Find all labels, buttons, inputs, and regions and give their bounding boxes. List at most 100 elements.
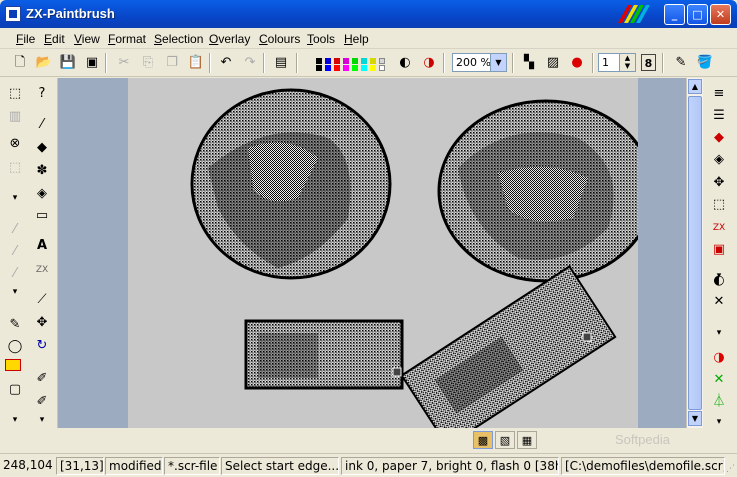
pattern-fill-icon[interactable]: ◆ bbox=[709, 128, 729, 148]
spray-icon[interactable]: ✽ bbox=[32, 161, 52, 181]
palette-swatch[interactable] bbox=[370, 58, 376, 64]
paste-icon[interactable]: 📋 bbox=[185, 52, 207, 74]
screen-icon[interactable]: ▣ bbox=[709, 240, 729, 260]
brush-tool-2-icon[interactable]: ✐ bbox=[32, 392, 52, 412]
half-moon-icon[interactable]: ◐ bbox=[709, 271, 729, 291]
ellipse-icon[interactable]: ◯ bbox=[5, 337, 25, 357]
brush-max-label[interactable]: 8 bbox=[641, 54, 656, 71]
copy-icon[interactable]: ❐ bbox=[161, 52, 183, 74]
palette-swatch[interactable] bbox=[334, 58, 340, 64]
palette-swatch[interactable] bbox=[379, 58, 385, 64]
menu-view[interactable]: View bbox=[74, 32, 100, 46]
menu-format[interactable]: Format bbox=[108, 32, 146, 46]
menu-edit[interactable]: Edit bbox=[44, 32, 65, 46]
title-bar[interactable]: ZX-Paintbrush _ □ ✕ bbox=[0, 0, 737, 28]
bezier-tool-icon[interactable]: ⁄ bbox=[5, 264, 25, 284]
save-all-icon[interactable]: ▣ bbox=[81, 52, 103, 74]
fill-mode-icon[interactable]: 🪣 bbox=[694, 52, 716, 74]
pencil-mode-icon[interactable]: ✎ bbox=[670, 52, 692, 74]
rectangle-icon[interactable] bbox=[5, 359, 21, 371]
palette-swatch[interactable] bbox=[361, 58, 367, 64]
palette-swatch[interactable] bbox=[379, 65, 385, 71]
line-width-icon[interactable]: ≡ bbox=[709, 84, 729, 104]
paste-special-icon[interactable]: ⎘ bbox=[137, 52, 159, 74]
paper-mode-icon[interactable]: ◑ bbox=[418, 52, 440, 74]
magic-select-icon[interactable]: ⊗ bbox=[5, 134, 25, 154]
menu-colours[interactable]: Colours bbox=[259, 32, 300, 46]
attr-view-icon[interactable]: ▧ bbox=[495, 431, 515, 449]
checker-icon[interactable]: ▚ bbox=[518, 52, 540, 74]
resize-grip-icon[interactable]: ⋰ bbox=[726, 464, 736, 476]
close-button[interactable]: ✕ bbox=[710, 4, 731, 25]
zoom-select[interactable]: 200 % ▼ bbox=[452, 53, 507, 72]
minimize-button[interactable]: _ bbox=[664, 4, 685, 25]
scrollbar-thumb[interactable] bbox=[688, 96, 702, 410]
scroll-down-icon[interactable]: ▼ bbox=[688, 411, 702, 426]
app-icon[interactable] bbox=[5, 6, 21, 22]
help-pointer-icon[interactable]: ? bbox=[32, 84, 52, 104]
undo-icon[interactable]: ↶ bbox=[215, 52, 237, 74]
attributes-icon[interactable]: ▨ bbox=[542, 52, 564, 74]
spinner-arrows-icon[interactable]: ▲ ▼ bbox=[619, 54, 635, 71]
palette-swatch[interactable] bbox=[325, 65, 331, 71]
ink-mode-icon[interactable]: ◐ bbox=[394, 52, 416, 74]
palette-swatch[interactable] bbox=[352, 58, 358, 64]
chevron-down-icon[interactable]: ▾ bbox=[5, 410, 25, 430]
chevron-down-icon[interactable]: ▾ bbox=[32, 410, 52, 430]
fill-icon[interactable]: ◈ bbox=[32, 184, 52, 204]
grid-view-icon[interactable]: ▦ bbox=[517, 431, 537, 449]
palette-swatch[interactable] bbox=[343, 58, 349, 64]
move-icon[interactable]: ✥ bbox=[32, 313, 52, 333]
palette-swatch[interactable] bbox=[361, 65, 367, 71]
scroll-up-icon[interactable]: ▲ bbox=[688, 79, 702, 94]
polyline-icon[interactable]: ⟋ bbox=[32, 290, 52, 310]
new-file-icon[interactable]: 🗋 bbox=[9, 52, 31, 74]
chevron-down-icon[interactable]: ▾ bbox=[5, 282, 25, 302]
text-tool-icon[interactable]: A bbox=[32, 236, 52, 256]
open-folder-icon[interactable]: 📂 bbox=[33, 52, 55, 74]
pencil-icon[interactable]: ✎ bbox=[5, 315, 25, 335]
palette-swatch[interactable] bbox=[352, 65, 358, 71]
delete-x-icon[interactable]: ✕ bbox=[709, 292, 729, 312]
canvas-viewport[interactable] bbox=[58, 78, 686, 448]
palette-swatch[interactable] bbox=[334, 65, 340, 71]
brush-tool-icon[interactable]: ✐ bbox=[32, 369, 52, 389]
chevron-down-icon[interactable]: ▼ bbox=[490, 54, 506, 71]
eyedropper-icon[interactable]: ⁄ bbox=[32, 115, 52, 135]
line-style-icon[interactable]: ☰ bbox=[709, 106, 729, 126]
redo-icon[interactable]: ↷ bbox=[239, 52, 261, 74]
image-view-icon[interactable]: ▩ bbox=[473, 431, 493, 449]
menu-selection[interactable]: Selection bbox=[154, 32, 203, 46]
paint-bucket-icon[interactable]: ◆ bbox=[32, 138, 52, 158]
mirror-icon[interactable]: ⏃ bbox=[709, 392, 729, 412]
rotate-icon[interactable]: ↻ bbox=[32, 336, 52, 356]
maximize-button[interactable]: □ bbox=[687, 4, 708, 25]
palette-swatch[interactable] bbox=[316, 65, 322, 71]
drawing-canvas[interactable] bbox=[128, 78, 655, 448]
flash-icon[interactable]: ● bbox=[566, 52, 588, 74]
menu-file[interactable]: File bbox=[16, 32, 35, 46]
rect-select-icon[interactable]: ⬚ bbox=[5, 84, 25, 104]
zx-icon[interactable]: ZX bbox=[709, 218, 729, 238]
eraser-icon[interactable]: ▭ bbox=[32, 206, 52, 226]
colour-toggle-icon[interactable]: ◑ bbox=[709, 348, 729, 368]
chevron-down-icon[interactable]: ▾ bbox=[709, 323, 729, 343]
cut-icon[interactable]: ✂ bbox=[113, 52, 135, 74]
menu-overlay[interactable]: Overlay bbox=[209, 32, 250, 46]
chevron-down-icon[interactable]: ▾ bbox=[5, 188, 25, 208]
palette-swatch[interactable] bbox=[370, 65, 376, 71]
rounded-rect-icon[interactable]: ▢ bbox=[5, 380, 25, 400]
bucket-icon[interactable]: ◈ bbox=[709, 150, 729, 170]
vertical-scrollbar[interactable]: ▲ ▼ bbox=[686, 78, 703, 428]
curve-tool-icon[interactable]: ⁄ bbox=[5, 242, 25, 262]
cross-colour-icon[interactable]: ✕ bbox=[709, 370, 729, 390]
zx-font-icon[interactable]: ZX bbox=[32, 260, 52, 280]
properties-icon[interactable]: ▤ bbox=[270, 52, 292, 74]
palette-swatch[interactable] bbox=[325, 58, 331, 64]
menu-tools[interactable]: Tools bbox=[307, 32, 335, 46]
marquee-icon[interactable]: ⬚ bbox=[709, 195, 729, 215]
lasso-icon[interactable]: ▥ bbox=[5, 107, 25, 127]
move-cross-icon[interactable]: ✥ bbox=[709, 173, 729, 193]
save-icon[interactable]: 💾 bbox=[57, 52, 79, 74]
palette-swatch[interactable] bbox=[316, 58, 322, 64]
